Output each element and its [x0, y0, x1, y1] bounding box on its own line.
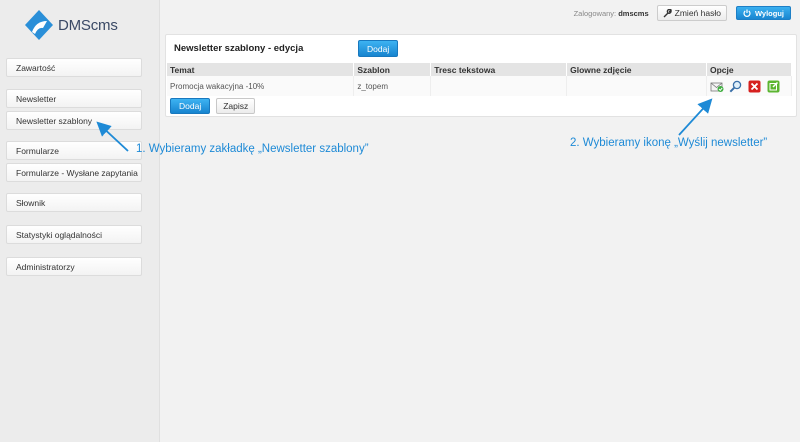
edit-icon[interactable]: [767, 80, 780, 93]
sidebar-item-administratorzy[interactable]: Administratorzy: [6, 257, 142, 276]
annotation-step-2: 2. Wybieramy ikonę „Wyślij newsletter”: [570, 137, 768, 149]
cell-opcje: [706, 76, 793, 96]
templates-panel: Newsletter szablony - edycja Dodaj Temat…: [165, 34, 797, 117]
sidebar: DMScms Zawartość Newsletter Newsletter s…: [0, 0, 160, 442]
cell-tresc: [430, 76, 568, 96]
change-password-button[interactable]: Zmień hasło: [656, 5, 727, 21]
sidebar-item-newsletter-szablony[interactable]: Newsletter szablony: [6, 111, 142, 130]
sidebar-item-formularze[interactable]: Formularze: [6, 141, 142, 160]
topbar: Zalogowany: dmscms Zmień hasło Wyloguj: [574, 5, 791, 21]
table-row: Promocja wakacyjna -10% z_topem: [167, 76, 793, 96]
cell-temat: Promocja wakacyjna -10%: [167, 76, 355, 96]
column-header-tresc[interactable]: Tresc tekstowa: [430, 63, 568, 76]
column-header-szablon[interactable]: Szablon: [353, 63, 432, 76]
logout-button[interactable]: Wyloguj: [735, 6, 791, 20]
logout-label: Wyloguj: [754, 8, 784, 18]
cell-szablon: z_topem: [353, 76, 432, 96]
sidebar-item-statystyki[interactable]: Statystyki oglądalności: [6, 225, 142, 244]
templates-table: Temat Szablon Tresc tekstowa Glowne zdję…: [167, 63, 793, 96]
annotation-step-1: 1. Wybieramy zakładkę „Newsletter szablo…: [136, 143, 369, 155]
logged-in-info: Zalogowany: dmscms: [574, 9, 649, 18]
power-icon: [743, 9, 751, 17]
cell-zdjecie: [566, 76, 707, 96]
delete-icon[interactable]: [748, 80, 761, 93]
logo-text: DMScms: [58, 16, 118, 34]
form-actions: Dodaj Zapisz: [170, 98, 256, 114]
sidebar-item-zawartosc[interactable]: Zawartość: [6, 58, 142, 77]
sidebar-item-newsletter[interactable]: Newsletter: [6, 89, 142, 108]
logo-mark-icon: [22, 8, 56, 42]
preview-magnifier-icon[interactable]: [729, 80, 742, 93]
column-header-zdjecie[interactable]: Glowne zdjęcie: [566, 63, 707, 76]
wrench-icon: [663, 8, 672, 18]
logo[interactable]: DMScms: [22, 8, 118, 42]
logged-label: Zalogowany:: [573, 8, 617, 18]
bottom-add-button[interactable]: Dodaj: [170, 98, 211, 114]
sidebar-item-slownik[interactable]: Słownik: [6, 193, 142, 212]
add-button[interactable]: Dodaj: [358, 40, 399, 57]
save-button[interactable]: Zapisz: [216, 98, 256, 114]
change-password-label: Zmień hasło: [674, 8, 721, 18]
send-newsletter-icon[interactable]: [710, 80, 724, 93]
row-options: [710, 80, 788, 93]
sidebar-item-formularze-wyslane[interactable]: Formularze - Wysłane zapytania: [6, 163, 142, 182]
column-header-temat[interactable]: Temat: [167, 63, 355, 76]
username: dmscms: [618, 8, 649, 18]
column-header-opcje: Opcje: [706, 63, 793, 76]
table-header-row: Temat Szablon Tresc tekstowa Glowne zdję…: [167, 63, 793, 76]
page-title: Newsletter szablony - edycja: [174, 43, 304, 54]
